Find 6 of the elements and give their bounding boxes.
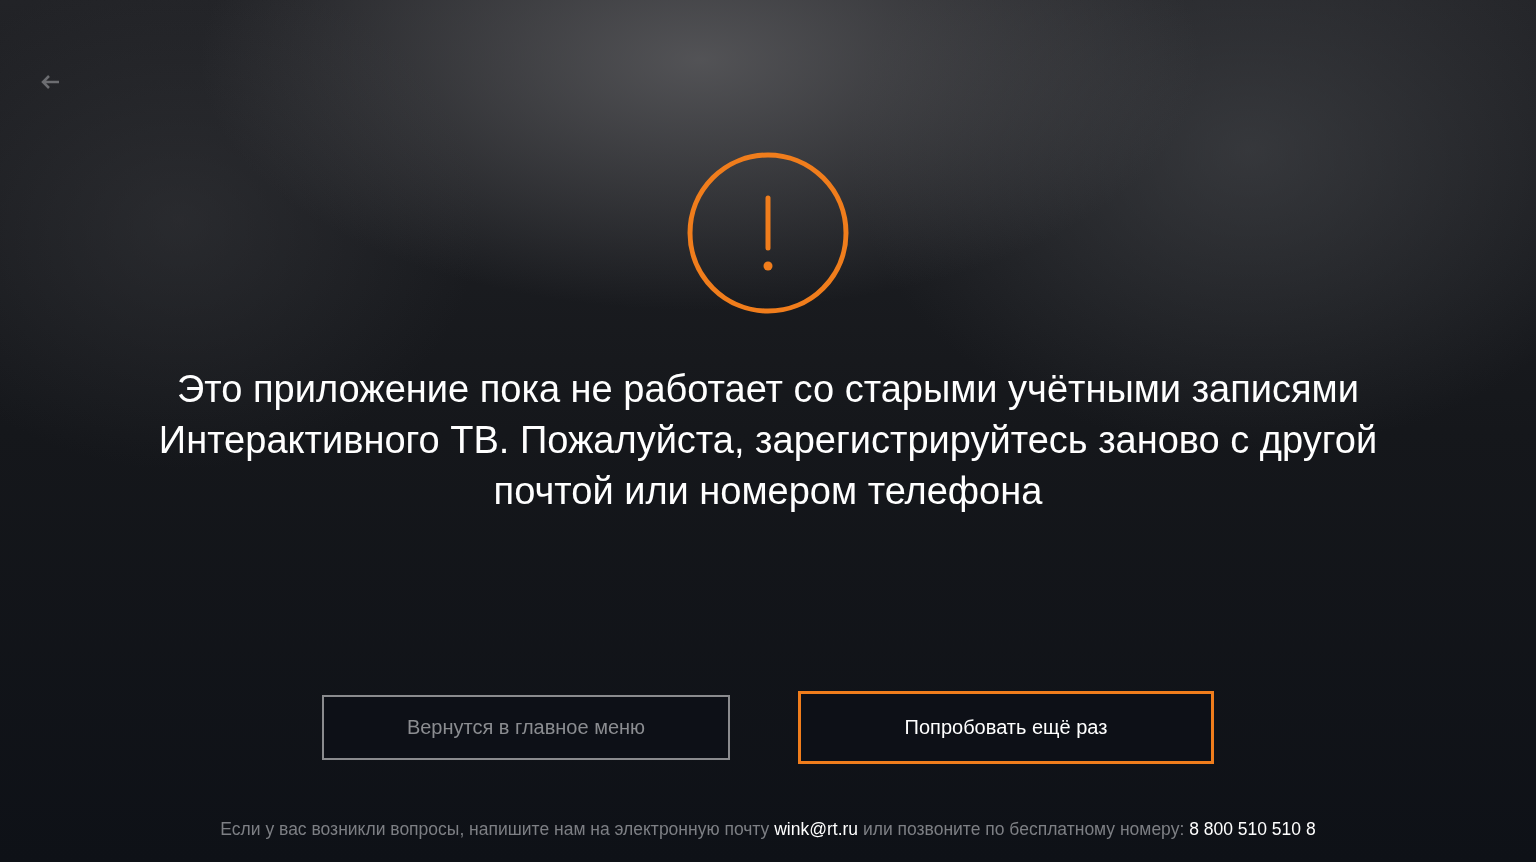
support-text: Если у вас возникли вопросы, напишите нам на электронную почту wink@rt.ru или позвоните по бесплатному номеру: 8 800 510 510 8 — [220, 819, 1316, 840]
back-arrow-icon — [40, 74, 60, 90]
action-button[interactable]: Вернутся в главное меню — [322, 695, 730, 760]
action-button[interactable]: Попробовать ещё раз — [798, 691, 1214, 764]
error-message: Это приложение пока не работает со старыми учётными записями Интерактивного ТВ. Пожалуйста, зарегистрируйтесь заново с другой почтой или номером телефона — [157, 367, 1379, 514]
warning-icon — [687, 152, 849, 314]
